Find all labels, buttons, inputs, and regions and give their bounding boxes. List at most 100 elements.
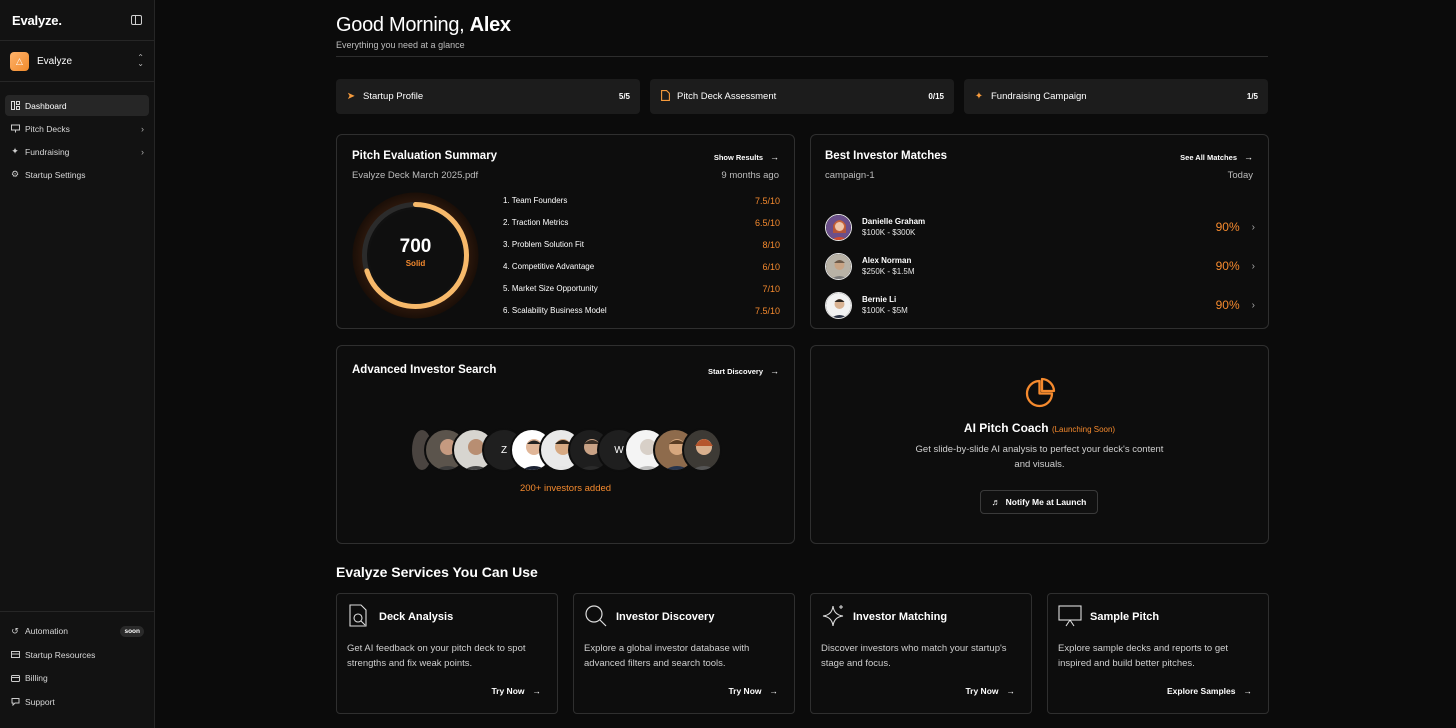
service-description: Get AI feedback on your pitch deck to sp…	[347, 643, 526, 669]
sidebar-item-startup-resources[interactable]: Startup Resources	[5, 644, 149, 666]
try-now-button[interactable]: Try Now →	[491, 686, 541, 696]
presentation-icon	[1058, 604, 1082, 628]
sidebar-item-startup-settings[interactable]: ⚙ Startup Settings	[5, 164, 149, 185]
service-title: Sample Pitch	[1090, 611, 1160, 623]
automation-icon: ↺	[11, 625, 19, 636]
card-title: Pitch Evaluation Summary	[352, 150, 498, 162]
sidebar-item-dashboard[interactable]: Dashboard	[5, 95, 149, 116]
workspace-switcher[interactable]: △ Evalyze ⌃ ⌄	[0, 41, 154, 82]
metric-row: 1. Team Founders 7.5/10	[503, 196, 780, 206]
arrow-right-icon: →	[1243, 686, 1253, 696]
card-icon	[10, 673, 20, 683]
investor-row[interactable]: Danielle Graham $100K - $300K 90% ›	[825, 212, 1255, 242]
service-title: Deck Analysis	[379, 611, 454, 623]
arrow-right-icon: →	[769, 686, 779, 696]
app-logo[interactable]: Evalyze.	[12, 13, 62, 28]
soon-badge: soon	[120, 625, 144, 637]
sidebar-item-fundraising[interactable]: ✦ Fundraising ›	[5, 141, 149, 162]
service-card-sample-pitch[interactable]: Sample Pitch Explore sample decks and re…	[1047, 593, 1269, 714]
card-title: Advanced Investor Search	[352, 364, 497, 376]
service-title: Investor Discovery	[616, 611, 715, 623]
progress-label: Startup Profile	[363, 91, 424, 102]
progress-pitch-deck-assessment[interactable]: Pitch Deck Assessment 0/15	[650, 79, 954, 114]
progress-label: Fundraising Campaign	[991, 91, 1087, 102]
score-value: 700	[399, 236, 432, 257]
pitch-evaluation-card: Pitch Evaluation Summary Show Results → E…	[336, 134, 795, 329]
workspace-name: Evalyze	[37, 55, 73, 67]
chevron-right-icon: ›	[141, 146, 144, 157]
avatar	[682, 428, 722, 472]
investor-row[interactable]: Bernie Li $100K - $5M 90% ›	[825, 290, 1255, 320]
try-now-button[interactable]: Try Now →	[728, 686, 778, 696]
sidebar-item-label: Pitch Decks	[25, 123, 70, 134]
sidebar-header: Evalyze.	[0, 0, 154, 41]
sidebar-item-billing[interactable]: Billing	[5, 667, 149, 689]
services-title: Evalyze Services You Can Use	[336, 564, 538, 580]
see-all-matches-link[interactable]: See All Matches →	[1180, 152, 1253, 162]
sidebar-footer: ↺ Automation soon Startup Resources Bill…	[0, 611, 154, 714]
service-description: Discover investors who match your startu…	[821, 643, 1007, 669]
try-now-button[interactable]: Try Now →	[965, 686, 1015, 696]
match-percentage: 90%	[1215, 298, 1240, 312]
metric-row: 2. Traction Metrics 6.5/10	[503, 218, 780, 228]
avatar	[825, 291, 852, 319]
sidebar: Evalyze. △ Evalyze ⌃ ⌄ Dashboard Pitch De…	[0, 0, 155, 728]
show-results-link[interactable]: Show Results →	[714, 152, 779, 162]
metric-row: 6. Scalability Business Model 7.5/10	[503, 306, 780, 316]
page-subtitle: Everything you need at a glance	[336, 40, 465, 50]
avatar	[825, 252, 852, 280]
gear-icon: ⚙	[10, 169, 20, 179]
sidebar-item-label: Fundraising	[25, 146, 70, 157]
sidebar-toggle-icon[interactable]	[131, 15, 142, 25]
matches-date: Today	[1227, 170, 1253, 181]
deck-filename: Evalyze Deck March 2025.pdf	[352, 170, 479, 181]
investor-range: $100K - $300K	[862, 228, 916, 237]
bell-logo-icon: △	[10, 51, 29, 71]
progress-label: Pitch Deck Assessment	[677, 91, 777, 102]
service-card-investor-discovery[interactable]: Investor Discovery Explore a global inve…	[573, 593, 795, 714]
sparkle-icon	[821, 604, 845, 628]
progress-startup-profile[interactable]: ➤ Startup Profile 5/5	[336, 79, 640, 114]
start-discovery-link[interactable]: Start Discovery →	[708, 366, 779, 376]
sidebar-item-label: Billing	[25, 673, 48, 683]
card-title: Best Investor Matches	[825, 150, 948, 162]
support-icon	[10, 697, 20, 707]
investor-name: Alex Norman	[862, 256, 912, 265]
arrow-right-icon: →	[532, 686, 542, 696]
investor-range: $250K - $1.5M	[862, 267, 915, 276]
progress-count: 0/15	[928, 92, 944, 101]
pie-chart-icon	[1023, 377, 1056, 410]
campaign-name: campaign-1	[825, 170, 875, 181]
investors-count-label: 200+ investors added	[519, 483, 612, 494]
document-search-icon	[347, 604, 371, 628]
notify-me-button[interactable]: ♬ Notify Me at Launch	[980, 490, 1098, 514]
sidebar-item-automation[interactable]: ↺ Automation soon	[5, 620, 149, 642]
page-header: Good Morning, Alex Everything you need a…	[336, 14, 1268, 57]
progress-fundraising-campaign[interactable]: ✦ Fundraising Campaign 1/5	[964, 79, 1268, 114]
search-icon	[584, 604, 608, 628]
arrow-right-icon: →	[1006, 686, 1016, 696]
sidebar-item-support[interactable]: Support	[5, 691, 149, 713]
investor-search-card: Advanced Investor Search Start Discovery…	[336, 345, 795, 544]
investor-avatar-strip: Z W	[410, 428, 722, 474]
progress-count: 5/5	[618, 92, 630, 101]
sidebar-item-label: Startup Settings	[25, 169, 86, 180]
progress-count: 1/5	[1246, 92, 1258, 101]
sidebar-item-label: Support	[25, 696, 55, 707]
page-title: Good Morning, Alex	[336, 14, 511, 36]
service-description: Explore sample decks and reports to get …	[1058, 643, 1229, 669]
main-content: Good Morning, Alex Everything you need a…	[155, 0, 1456, 728]
explore-samples-button[interactable]: Explore Samples →	[1167, 686, 1252, 696]
service-card-deck-analysis[interactable]: Deck Analysis Get AI feedback on your pi…	[336, 593, 558, 714]
avatar	[825, 213, 852, 241]
investor-matches-card: Best Investor Matches See All Matches → c…	[810, 134, 1269, 329]
rocket-icon: ➤	[346, 91, 356, 102]
investor-row[interactable]: Alex Norman $250K - $1.5M 90% ›	[825, 251, 1255, 281]
investor-range: $100K - $5M	[862, 306, 908, 315]
service-title: Investor Matching	[853, 611, 948, 623]
sidebar-item-pitch-decks[interactable]: Pitch Decks ›	[5, 118, 149, 139]
service-description: Explore a global investor database with …	[584, 643, 750, 669]
sparkle-icon: ✦	[974, 91, 984, 102]
metric-row: 5. Market Size Opportunity 7/10	[503, 284, 780, 294]
service-card-investor-matching[interactable]: Investor Matching Discover investors who…	[810, 593, 1032, 714]
